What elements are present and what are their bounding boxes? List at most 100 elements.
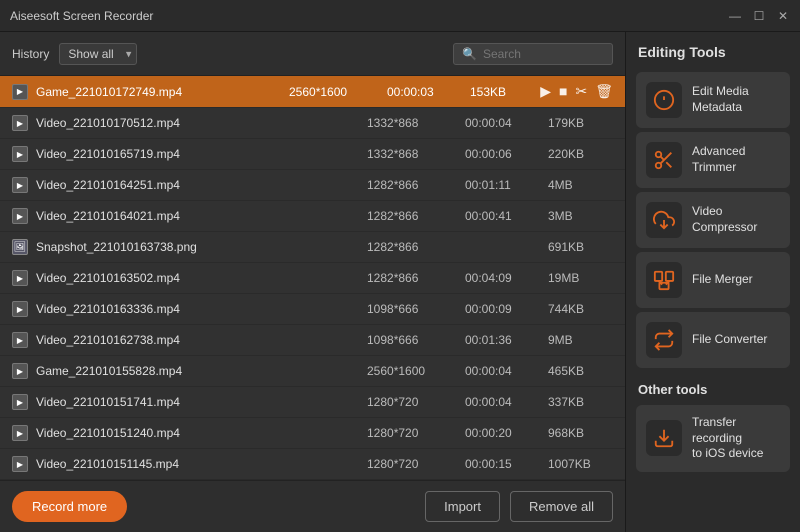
file-type-icon: ▶ [12,146,28,162]
file-row[interactable]: ▶Game_221010172749.mp42560*160000:00:031… [0,76,625,108]
file-resolution: 1280*720 [367,457,457,471]
file-type-icon: ▶ [12,363,28,379]
file-duration: 00:04:09 [465,271,540,285]
file-resolution: 1098*666 [367,302,457,316]
file-type-icon: ▶ [12,301,28,317]
file-row[interactable]: ▶Video_221010151741.mp41280*72000:00:043… [0,387,625,418]
app-title: Aiseesoft Screen Recorder [10,9,728,23]
file-resolution: 1332*868 [367,116,457,130]
history-select[interactable]: Show all [59,43,137,65]
file-name: Video_221010165719.mp4 [36,147,359,161]
file-actions: ▶ ■ ✂ 🗑 [543,83,613,100]
file-duration: 00:00:41 [465,209,540,223]
play-button[interactable]: ▶ [540,83,551,100]
file-name: Snapshot_221010163738.png [36,240,359,254]
trim-button[interactable]: ✂ [575,83,587,100]
file-resolution: 1282*866 [367,178,457,192]
tool-card-file-merger[interactable]: File Merger [636,252,790,308]
file-resolution: 1282*866 [367,240,457,254]
file-name: Video_221010162738.mp4 [36,333,359,347]
stop-button[interactable]: ■ [559,83,567,100]
file-type-icon: ▶ [12,115,28,131]
file-size: 1007KB [548,457,613,471]
file-resolution: 1282*866 [367,209,457,223]
left-panel: History Show all 🔍 ▶ Game_221010172749.mp… [0,32,625,532]
file-row[interactable]: ▶Video_221010151240.mp41280*72000:00:209… [0,418,625,449]
minimize-button[interactable]: — [728,9,742,23]
other-tools-title: Other tools [636,382,790,397]
import-button[interactable]: Import [425,491,500,522]
search-input[interactable] [483,47,603,61]
toolbar: History Show all 🔍 [0,32,625,76]
tool-card-video-compressor[interactable]: Video Compressor [636,192,790,248]
file-resolution: 1282*866 [367,271,457,285]
tool-card-advanced-trimmer[interactable]: Advanced Trimmer [636,132,790,188]
file-row[interactable]: ▶Video_221010164251.mp41282*86600:01:114… [0,170,625,201]
file-size: 19MB [548,271,613,285]
file-size: 337KB [548,395,613,409]
file-size: 220KB [548,147,613,161]
file-size: 3MB [548,209,613,223]
editing-tools-title: Editing Tools [636,44,790,60]
edit-metadata-label: Edit Media Metadata [692,84,749,115]
file-name: Video_221010163336.mp4 [36,302,359,316]
tool-card-transfer-ios[interactable]: Transfer recording to iOS device [636,405,790,472]
file-row[interactable]: ▶Video_221010163336.mp41098*66600:00:097… [0,294,625,325]
file-size: 691KB [548,240,613,254]
file-name: Video_221010151240.mp4 [36,426,359,440]
record-more-button[interactable]: Record more [12,491,127,522]
file-row[interactable]: ▶Video_221010151145.mp41280*72000:00:151… [0,449,625,480]
right-panel: Editing Tools Edit Media Metadata Advance… [625,32,800,532]
delete-button[interactable]: 🗑 [595,83,613,100]
file-type-icon: ▶ [12,332,28,348]
file-row[interactable]: ▶ Video_221010162738.mp4 1098*666 00:01:36 9… [0,325,625,356]
transfer-ios-icon [646,420,682,456]
close-button[interactable]: ✕ [776,9,790,23]
file-name: Video_221010164021.mp4 [36,209,359,223]
file-resolution: 1098*666 [367,333,457,347]
tool-cards-container: Edit Media Metadata Advanced Trimmer Video… [636,72,790,372]
other-tool-cards-container: Transfer recording to iOS device [636,405,790,476]
file-resolution: 1280*720 [367,395,457,409]
file-size: 9MB [548,333,613,347]
remove-all-button[interactable]: Remove all [510,491,613,522]
file-name: Game_221010172749.mp4 [36,85,281,99]
file-duration: 00:00:06 [465,147,540,161]
history-select-wrapper[interactable]: Show all [59,43,137,65]
file-duration: 00:00:04 [465,395,540,409]
file-row[interactable]: ▶Game_221010155828.mp42560*160000:00:044… [0,356,625,387]
advanced-trimmer-label: Advanced Trimmer [692,144,745,175]
maximize-button[interactable]: ☐ [752,9,766,23]
file-duration: 00:00:03 [387,85,462,99]
history-label: History [12,47,49,61]
file-row[interactable]: ▶Video_221010163502.mp41282*86600:04:091… [0,263,625,294]
file-type-icon: 🖼 [12,239,28,255]
file-resolution: 2560*1600 [289,85,379,99]
file-merger-icon [646,262,682,298]
video-compressor-label: Video Compressor [692,204,757,235]
file-name: Video_221010163502.mp4 [36,271,359,285]
file-size: 744KB [548,302,613,316]
file-size: 179KB [548,116,613,130]
tool-card-file-converter[interactable]: File Converter [636,312,790,368]
transfer-ios-label: Transfer recording to iOS device [692,415,780,462]
edit-metadata-icon [646,82,682,118]
file-duration: 00:00:15 [465,457,540,471]
file-name: Video_221010151741.mp4 [36,395,359,409]
file-duration: 00:01:11 [465,178,540,192]
file-name: Video_221010170512.mp4 [36,116,359,130]
main-layout: History Show all 🔍 ▶ Game_221010172749.mp… [0,32,800,532]
tool-card-edit-metadata[interactable]: Edit Media Metadata [636,72,790,128]
file-row[interactable]: ▶Video_221010170512.mp41332*86800:00:041… [0,108,625,139]
file-row[interactable]: ▶ Video_221010165719.mp4 1332*868 00:00:06 2… [0,139,625,170]
file-row[interactable]: ▶Video_221010164021.mp41282*86600:00:413… [0,201,625,232]
file-converter-icon [646,322,682,358]
file-name: Game_221010155828.mp4 [36,364,359,378]
file-converter-label: File Converter [692,332,767,348]
file-merger-label: File Merger [692,272,753,288]
file-resolution: 1332*868 [367,147,457,161]
file-resolution: 1280*720 [367,426,457,440]
search-box[interactable]: 🔍 [453,43,613,65]
file-duration: 00:01:36 [465,333,540,347]
file-row[interactable]: 🖼 Snapshot_221010163738.png 1282*866 691KB [0,232,625,263]
